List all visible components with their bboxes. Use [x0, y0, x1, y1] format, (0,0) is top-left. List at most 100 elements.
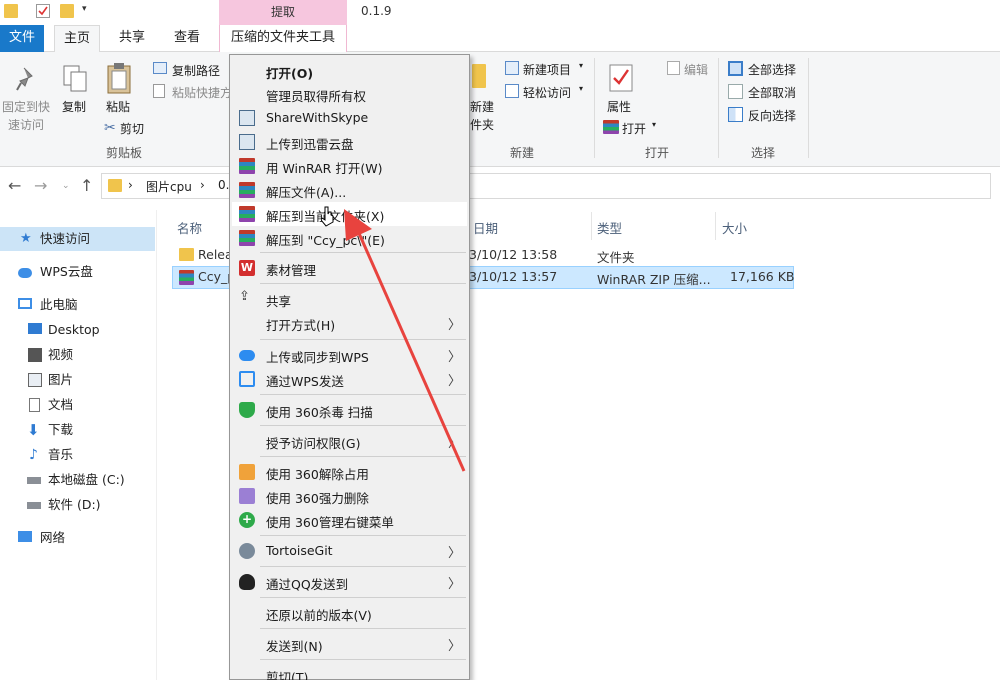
- tab-view[interactable]: 查看: [165, 25, 209, 52]
- nav-item-music[interactable]: ♪ 音乐: [0, 443, 155, 467]
- menu-item-extract-files[interactable]: 解压文件(A)...: [232, 178, 467, 202]
- edit-icon[interactable]: [667, 61, 680, 75]
- menu-item-label: 共享: [266, 294, 292, 309]
- select-all-button[interactable]: 全部选择: [748, 61, 796, 78]
- nav-item-label: 软件 (D:): [48, 497, 101, 512]
- nav-item-quick-access[interactable]: ★ 快速访问: [0, 227, 155, 251]
- picture-icon: [28, 373, 42, 387]
- breadcrumb-chevron-icon[interactable]: ›: [200, 178, 205, 192]
- invert-selection-button[interactable]: 反向选择: [748, 107, 796, 124]
- copy-path-button[interactable]: 复制路径: [172, 62, 220, 79]
- pin-quick-access-label-2[interactable]: 速访问: [8, 116, 44, 133]
- menu-item-restore-versions[interactable]: 还原以前的版本(V): [232, 601, 467, 625]
- music-icon: ♪: [29, 447, 38, 463]
- nav-item-drive-d[interactable]: 软件 (D:): [0, 493, 155, 517]
- menu-item-label: 打开(O): [266, 66, 314, 81]
- clipboard-icon[interactable]: [106, 62, 132, 97]
- nav-item-desktop[interactable]: Desktop: [0, 318, 155, 342]
- back-icon[interactable]: ←: [8, 176, 21, 195]
- tab-home[interactable]: 主页: [54, 25, 101, 53]
- pin-quick-access-label-1[interactable]: 固定到快: [2, 98, 50, 115]
- properties-icon[interactable]: [609, 64, 633, 95]
- paste-shortcut-button[interactable]: 粘贴快捷方: [172, 84, 232, 101]
- copy-icon[interactable]: [62, 64, 88, 97]
- nav-item-label: 视频: [48, 347, 74, 362]
- ribbon-tabs: 文件 主页 共享 查看 压缩的文件夹工具: [0, 25, 1000, 53]
- menu-item-360-force-delete[interactable]: 使用 360强力删除: [232, 484, 467, 508]
- customize-toolbar-icon[interactable]: ▾: [82, 4, 96, 18]
- chevron-down-icon[interactable]: ▾: [652, 120, 656, 129]
- paste-shortcut-icon[interactable]: [153, 84, 165, 98]
- select-none-icon[interactable]: [728, 84, 743, 99]
- menu-item-cut[interactable]: 剪切(T): [232, 663, 467, 680]
- column-header-name[interactable]: 名称: [177, 218, 202, 237]
- forward-icon[interactable]: →: [34, 176, 47, 195]
- nav-item-drive-c[interactable]: 本地磁盘 (C:): [0, 468, 155, 492]
- menu-separator: [260, 597, 466, 598]
- shredder-icon: [239, 488, 255, 504]
- copy-path-icon[interactable]: [153, 62, 167, 74]
- copy-button[interactable]: 复制: [62, 98, 86, 115]
- paste-button[interactable]: 粘贴: [106, 98, 130, 115]
- easy-access-button[interactable]: 轻松访问: [523, 84, 571, 101]
- new-folder-label-2[interactable]: 件夹: [470, 116, 494, 133]
- menu-item-take-ownership[interactable]: 管理员取得所有权: [232, 82, 467, 106]
- menu-item-upload-xunlei[interactable]: 上传到迅雷云盘: [232, 130, 467, 154]
- nav-item-label: 音乐: [48, 447, 74, 462]
- easy-access-icon[interactable]: [505, 84, 519, 98]
- menu-separator: [260, 628, 466, 629]
- file-type: WinRAR ZIP 压缩...: [597, 272, 711, 287]
- tab-file[interactable]: 文件: [0, 25, 44, 52]
- nav-item-pictures[interactable]: 图片: [0, 368, 155, 392]
- new-folder-icon[interactable]: [472, 64, 486, 88]
- open-button[interactable]: 打开: [622, 120, 646, 137]
- chevron-right-icon: 〉: [447, 639, 461, 654]
- star-icon: ★: [20, 231, 32, 246]
- chevron-down-icon[interactable]: ▾: [579, 61, 583, 70]
- column-divider[interactable]: [715, 212, 716, 240]
- winrar-icon: [239, 206, 255, 222]
- properties-button[interactable]: 属性: [607, 98, 631, 115]
- new-folder-label-1[interactable]: 新建: [470, 98, 494, 115]
- edit-button[interactable]: 编辑: [684, 61, 708, 78]
- new-item-button[interactable]: 新建项目: [523, 61, 571, 78]
- menu-item-label: 通过QQ发送到: [266, 577, 349, 592]
- nav-item-documents[interactable]: 文档: [0, 393, 155, 417]
- tab-share[interactable]: 共享: [110, 25, 154, 52]
- column-header-size[interactable]: 大小: [722, 218, 747, 237]
- menu-item-open[interactable]: 打开(O): [232, 59, 467, 83]
- nav-item-this-pc[interactable]: 此电脑: [0, 293, 155, 317]
- network-icon: [18, 531, 32, 542]
- nav-item-label: Desktop: [48, 322, 100, 337]
- nav-item-videos[interactable]: 视频: [0, 343, 155, 367]
- new-folder-icon[interactable]: [60, 4, 74, 18]
- up-icon[interactable]: ↑: [80, 176, 93, 195]
- select-all-icon[interactable]: [728, 61, 743, 76]
- recent-locations-icon[interactable]: ⌄: [62, 181, 70, 191]
- select-none-button[interactable]: 全部取消: [748, 84, 796, 101]
- menu-item-360-manage-menu[interactable]: + 使用 360管理右键菜单: [232, 508, 467, 532]
- menu-item-share-with-skype[interactable]: ShareWithSkype: [232, 106, 467, 130]
- scissors-icon[interactable]: ✂: [104, 120, 116, 136]
- nav-item-downloads[interactable]: ⬇ 下载: [0, 418, 155, 442]
- breadcrumb-chevron-icon[interactable]: ›: [128, 178, 133, 192]
- pin-icon[interactable]: [16, 66, 38, 95]
- menu-item-tortoisegit[interactable]: TortoiseGit 〉: [232, 539, 467, 563]
- new-item-icon[interactable]: [505, 61, 519, 75]
- menu-item-label: 使用 360强力删除: [266, 491, 369, 506]
- nav-item-wps-cloud[interactable]: WPS云盘: [0, 260, 155, 284]
- chevron-down-icon[interactable]: ▾: [579, 84, 583, 93]
- invert-selection-icon[interactable]: [728, 107, 743, 122]
- tab-compressed-folder-tools[interactable]: 压缩的文件夹工具: [219, 25, 347, 52]
- menu-item-qq-send[interactable]: 通过QQ发送到 〉: [232, 570, 467, 594]
- menu-separator: [260, 535, 466, 536]
- menu-item-send-to[interactable]: 发送到(N) 〉: [232, 632, 467, 656]
- cut-button[interactable]: 剪切: [120, 120, 144, 137]
- breadcrumb-item[interactable]: 0.: [218, 178, 229, 192]
- nav-item-network[interactable]: 网络: [0, 526, 155, 550]
- properties-check-icon[interactable]: [36, 4, 50, 18]
- column-header-type[interactable]: 类型: [597, 218, 622, 237]
- breadcrumb-item[interactable]: 图片cpu: [146, 178, 192, 195]
- column-divider[interactable]: [591, 212, 592, 240]
- menu-item-open-with-winrar[interactable]: 用 WinRAR 打开(W): [232, 154, 467, 178]
